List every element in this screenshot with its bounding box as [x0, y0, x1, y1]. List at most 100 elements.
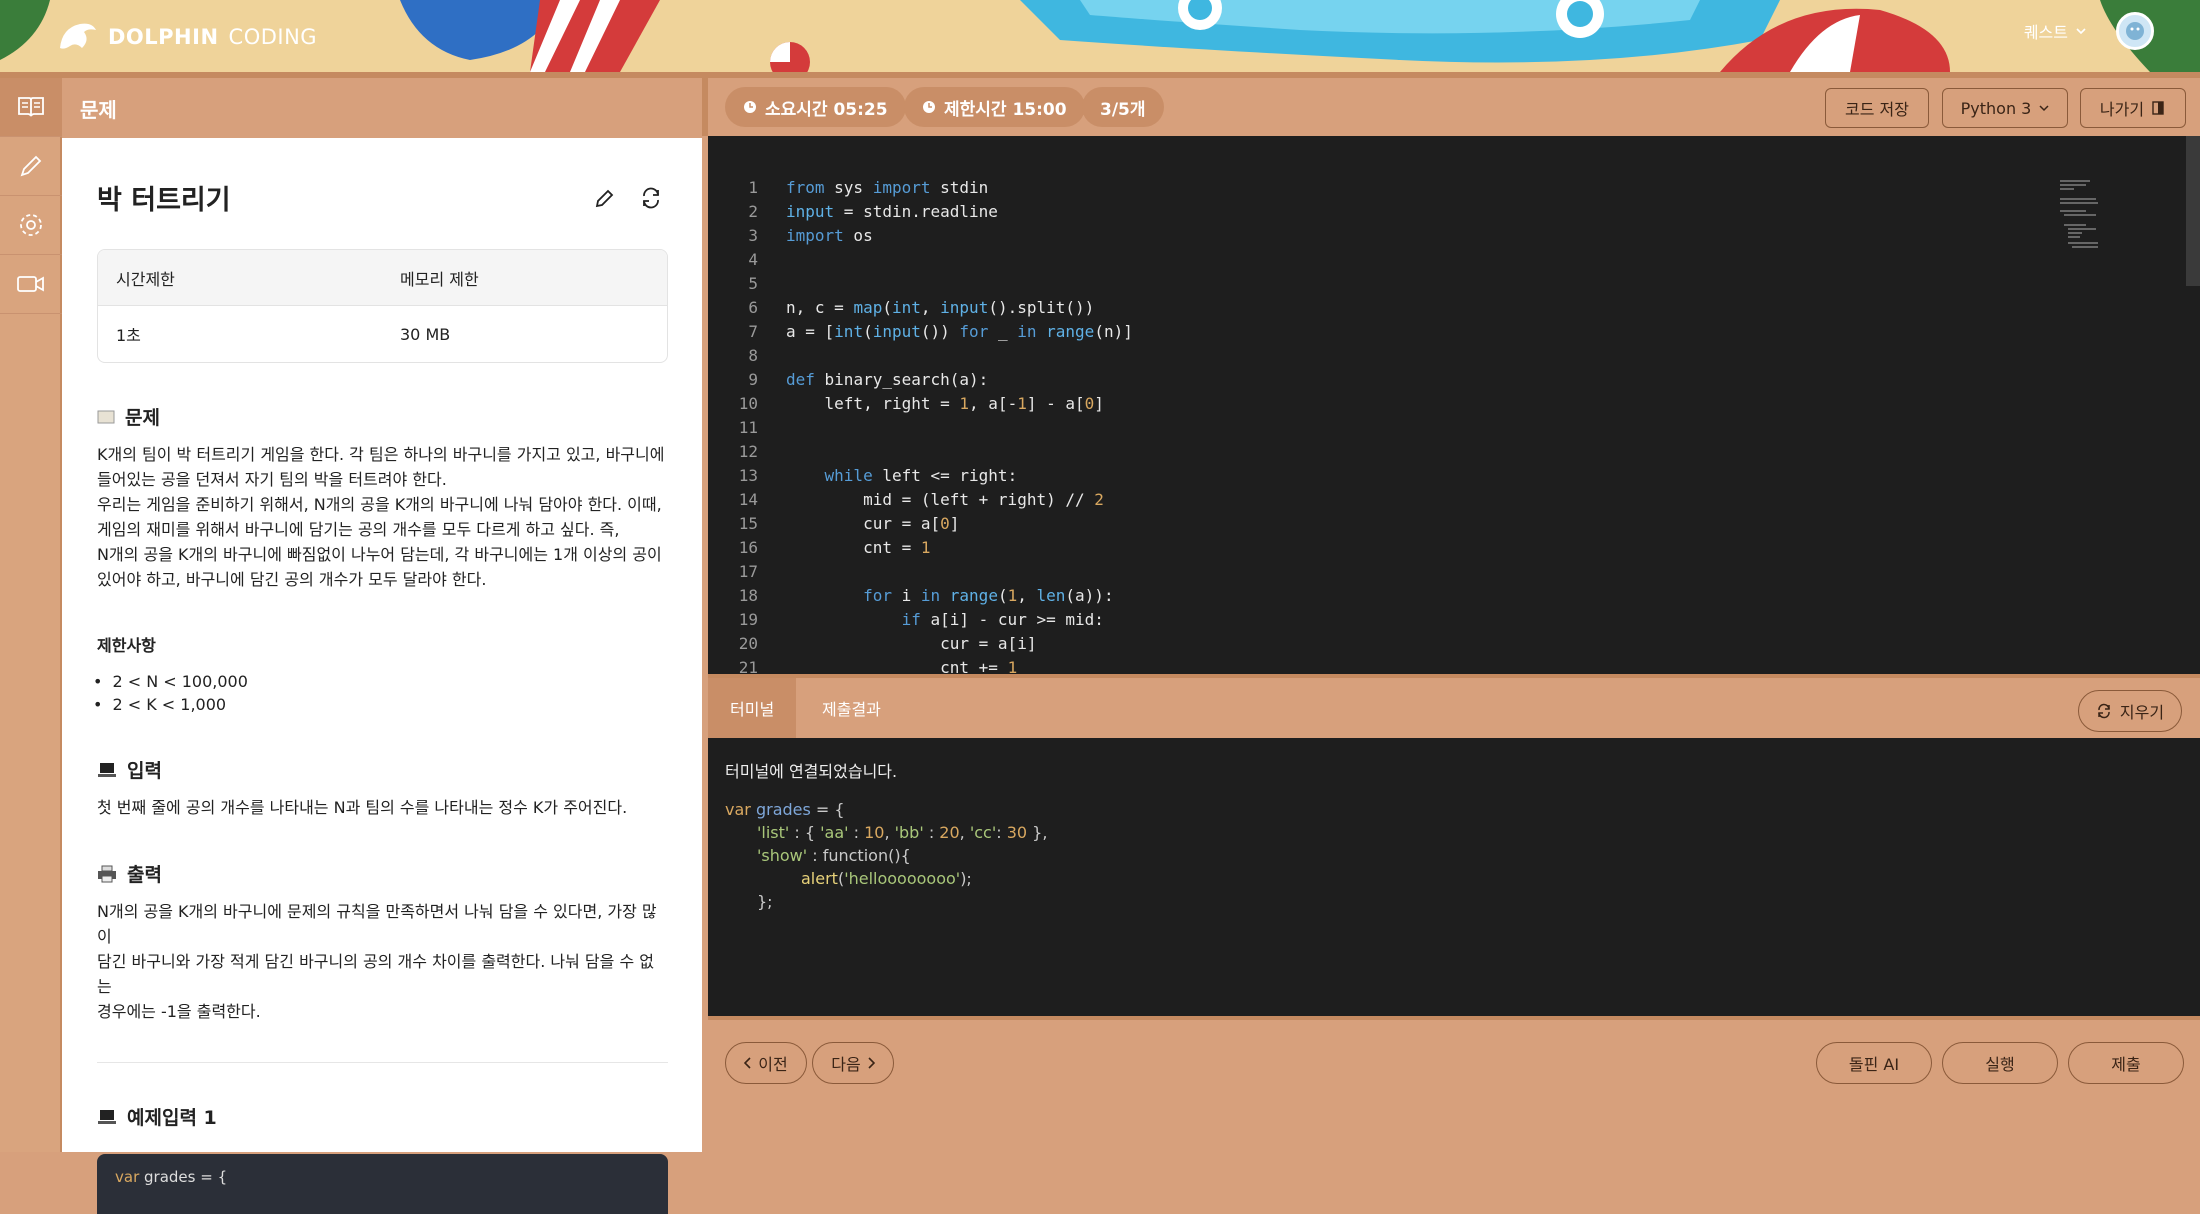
- next-button[interactable]: 다음: [812, 1042, 894, 1084]
- dolphin-ai-label: 돌핀 AI: [1848, 1055, 1900, 1074]
- tab-terminal-label: 터미널: [730, 700, 775, 719]
- tab-result-label: 제출결과: [822, 700, 881, 719]
- printer-icon: [98, 865, 116, 882]
- code-line[interactable]: 1 from sys import stdin: [708, 176, 1133, 200]
- code-line[interactable]: 8: [708, 344, 1133, 368]
- next-label: 다음: [831, 1055, 861, 1074]
- terminal-code-line: var grades = {: [725, 800, 845, 819]
- avatar[interactable]: [2116, 12, 2154, 50]
- description-line: N개의 공을 K개의 바구니에 빠짐없이 나누어 담는데, 각 바구니에는 1개…: [97, 545, 662, 564]
- code-line[interactable]: 11: [708, 416, 1133, 440]
- logo[interactable]: DOLPHIN CODING: [56, 18, 317, 56]
- terminal-code-line: };: [757, 892, 773, 911]
- code-line[interactable]: 14 mid = (left + right) // 2: [708, 488, 1133, 512]
- run-label: 실행: [1985, 1055, 2015, 1074]
- terminal-code: var grades = { 'list' : { 'aa' : 10, 'bb…: [725, 798, 2183, 913]
- tab-submission-result[interactable]: 제출결과: [800, 678, 903, 738]
- editor-scrollbar[interactable]: [2186, 136, 2200, 286]
- line-content: [758, 560, 786, 584]
- rail-item-edit[interactable]: [0, 137, 62, 196]
- line-number: 7: [748, 322, 758, 341]
- clear-terminal-button[interactable]: 지우기: [2078, 690, 2182, 732]
- section-input: 입력: [97, 756, 668, 783]
- scroll-icon: [97, 410, 115, 423]
- laptop-icon: [98, 762, 116, 777]
- line-content: from sys import stdin: [786, 178, 989, 197]
- problem-panel-title: 문제: [80, 97, 117, 122]
- problem-description: K개의 팀이 박 터트리기 게임을 한다. 각 팀은 하나의 바구니를 가지고 …: [97, 442, 668, 592]
- code-line[interactable]: 20 cur = a[i]: [708, 632, 1133, 656]
- exit-label: 나가기: [2099, 100, 2145, 119]
- terminal-code-line: 'list' : { 'aa' : 10, 'bb' : 20, 'cc': 3…: [757, 823, 1048, 842]
- line-content: [758, 416, 786, 440]
- code-line[interactable]: 5: [708, 272, 1133, 296]
- code-line[interactable]: 9 def binary_search(a):: [708, 368, 1133, 392]
- line-content: [758, 440, 786, 464]
- edit-pencil-icon[interactable]: [594, 187, 616, 209]
- user-menu[interactable]: 퀘스트: [2024, 19, 2086, 43]
- exit-button[interactable]: 나가기: [2080, 88, 2186, 128]
- save-code-button[interactable]: 코드 저장: [1825, 88, 1929, 128]
- rail-item-settings[interactable]: [0, 196, 62, 255]
- progress-label: 3/5개: [1100, 99, 1146, 120]
- code-line[interactable]: 16 cnt = 1: [708, 536, 1133, 560]
- section-example: 예제입력 1: [97, 1103, 668, 1130]
- line-number: 8: [748, 346, 758, 365]
- line-number: 20: [738, 634, 758, 653]
- tab-terminal[interactable]: 터미널: [708, 678, 797, 738]
- language-select[interactable]: Python 3: [1942, 88, 2068, 128]
- output-description: N개의 공을 K개의 바구니에 문제의 규칙을 만족하면서 나눠 담을 수 있다…: [97, 899, 668, 1024]
- section-problem-heading: 문제: [125, 407, 160, 429]
- description-line: 들어있는 공을 던져서 자기 팀의 박을 터트려야 한다.: [97, 470, 447, 489]
- time-limit-badge: 제한시간 15:00: [904, 87, 1085, 127]
- line-number: 1: [748, 178, 758, 197]
- code-line[interactable]: 12: [708, 440, 1133, 464]
- terminal-output[interactable]: 터미널에 연결되었습니다. var grades = { 'list' : { …: [708, 738, 2200, 1016]
- rail-item-problem[interactable]: [0, 78, 62, 137]
- code-line[interactable]: 6 n, c = map(int, input().split()): [708, 296, 1133, 320]
- line-number: 14: [738, 490, 758, 509]
- clear-terminal-label: 지우기: [2119, 703, 2165, 722]
- dolphin-ai-button[interactable]: 돌핀 AI: [1816, 1042, 1932, 1084]
- code-editor[interactable]: 1 from sys import stdin 2 input = stdin.rea…: [708, 136, 2200, 674]
- code-minimap[interactable]: [2060, 180, 2100, 250]
- code-line[interactable]: 13 while left <= right:: [708, 464, 1133, 488]
- pencil-icon: [20, 155, 42, 177]
- run-button[interactable]: 실행: [1942, 1042, 2058, 1084]
- code-line[interactable]: 18 for i in range(1, len(a)):: [708, 584, 1133, 608]
- user-menu-label: 퀘스트: [2023, 23, 2068, 42]
- code-line[interactable]: 4: [708, 248, 1133, 272]
- line-number: 13: [738, 466, 758, 485]
- elapsed-time-badge: 소요시간 05:25: [725, 87, 906, 127]
- refresh-icon[interactable]: [640, 187, 662, 209]
- description-line: K개의 팀이 박 터트리기 게임을 한다. 각 팀은 하나의 바구니를 가지고 …: [97, 445, 665, 464]
- code-line[interactable]: 15 cur = a[0]: [708, 512, 1133, 536]
- clock-icon: [744, 101, 756, 113]
- input-description: 첫 번째 줄에 공의 개수를 나타내는 N과 팀의 수를 나타내는 정수 K가 …: [97, 798, 628, 817]
- line-content: for i in range(1, len(a)):: [863, 586, 1114, 605]
- rail-item-video[interactable]: [0, 255, 62, 314]
- line-number: 9: [748, 370, 758, 389]
- book-icon: [18, 97, 44, 117]
- line-number: 19: [738, 610, 758, 629]
- constraints-heading: 제한사항: [97, 636, 156, 655]
- line-content: [758, 248, 786, 272]
- line-content: cur = a[0]: [786, 514, 960, 533]
- section-divider: [97, 1062, 668, 1063]
- constraint-item: 2 < K < 1,000: [97, 693, 668, 716]
- code-line[interactable]: 2 input = stdin.readline: [708, 200, 1133, 224]
- code-line[interactable]: 7 a = [int(input()) for _ in range(n)]: [708, 320, 1132, 344]
- save-code-label: 코드 저장: [1845, 100, 1909, 119]
- line-content: while left <= right:: [824, 466, 1018, 485]
- code-line[interactable]: 19 if a[i] - cur >= mid:: [708, 608, 1133, 632]
- code-line[interactable]: 3 import os: [708, 224, 1133, 248]
- submit-button[interactable]: 제출: [2068, 1042, 2184, 1084]
- description-line: 게임의 재미를 위해서 바구니에 담기는 공의 개수를 모두 다르게 하고 싶다…: [97, 520, 620, 539]
- code-line[interactable]: 17: [708, 560, 1133, 584]
- constraint-item: 2 < N < 100,000: [97, 670, 668, 693]
- code-line[interactable]: 10 left, right = 1, a[-1] - a[0]: [708, 392, 1133, 416]
- prev-button[interactable]: 이전: [725, 1042, 807, 1084]
- code-line[interactable]: 21 cnt += 1: [708, 656, 1133, 674]
- line-number: 16: [738, 538, 758, 557]
- chevron-down-icon: [2076, 28, 2086, 35]
